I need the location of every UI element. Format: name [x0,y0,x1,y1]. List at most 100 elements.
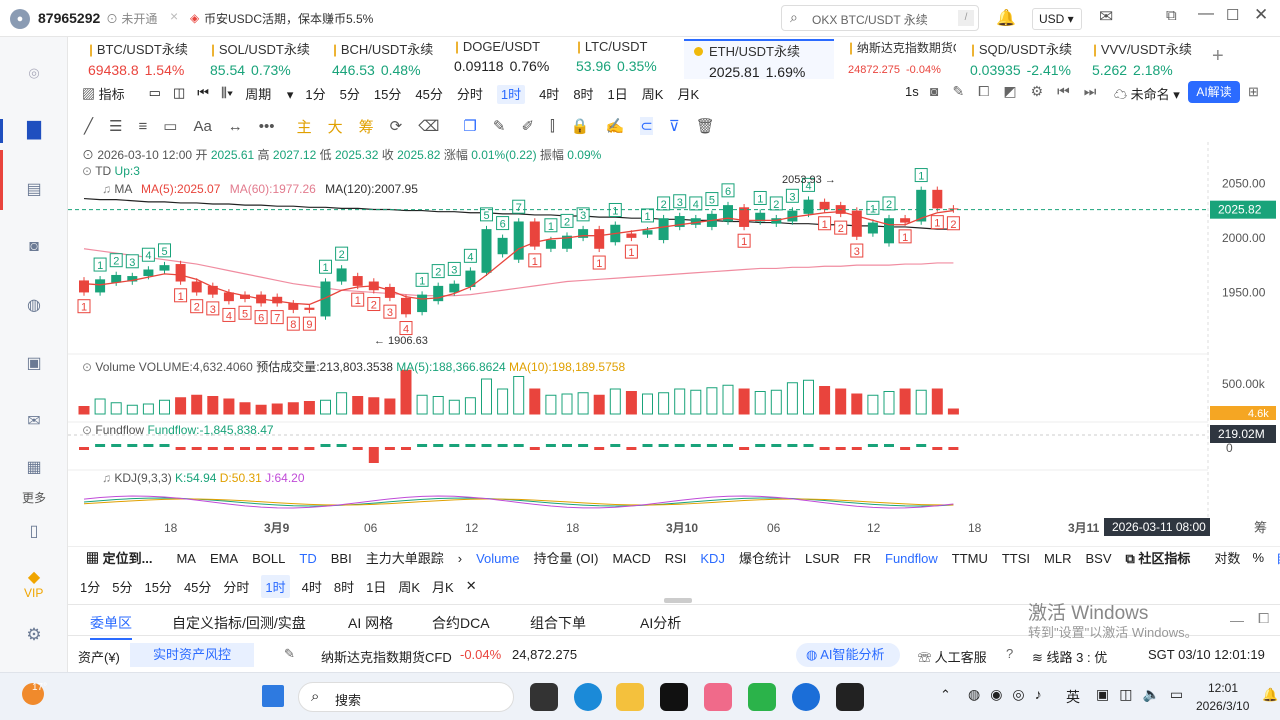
indicator-item[interactable]: 爆仓统计 [739,551,791,566]
ticker-3[interactable]: ┃ DOGE/USDT 0.09118 0.76% [444,39,562,79]
bottom-tab[interactable]: 组合下单 [530,613,586,633]
add-ticker-button[interactable]: + [1212,45,1224,68]
ticker-8[interactable]: ┃ VVV/USDT永续 5.262 2.18% [1082,39,1200,79]
more-tools-icon[interactable]: ••• [259,118,275,135]
period-quick-tab[interactable]: 45分 [184,577,211,596]
period-tab[interactable]: 15分 [374,87,401,102]
period-tab[interactable]: 月K [677,87,699,102]
text-icon[interactable]: Aa [193,118,211,135]
chou-button[interactable]: 筹 [359,116,374,137]
market-icon[interactable]: ◎ [20,59,48,87]
template-dropdown[interactable]: ☁ 未命名 ▾ [1114,84,1180,103]
bottom-tab[interactable]: AI 网格 [348,613,393,633]
network-status[interactable]: ≋ 线路 3 : 优 [1032,647,1107,666]
input-lang[interactable]: 英 [1066,687,1080,707]
indicator-item[interactable]: KDJ [700,551,725,566]
period-quick-tab[interactable]: 1日 [366,577,386,596]
copy-icon[interactable]: ❐ [463,117,476,135]
help-icon[interactable]: ? [1006,646,1013,661]
brush-icon[interactable]: ✐ [521,117,534,135]
rect-icon[interactable]: ▭ [163,117,177,135]
start-button[interactable] [262,685,284,707]
period-tab[interactable]: 45分 [415,87,442,102]
period-tab[interactable]: 1日 [608,87,628,102]
lock-icon[interactable]: 🔒 [571,117,590,135]
phone-icon[interactable]: ▯ [20,517,48,545]
vip-label[interactable]: VIP [24,586,43,600]
community-indicators[interactable]: ⧉ 社区指标 [1126,548,1203,567]
collapse-icon[interactable]: ⊙ [82,423,92,437]
indicator-item[interactable]: Volume [476,551,519,566]
recorder-icon[interactable] [836,683,864,711]
calendar-icon[interactable]: ▭ [149,85,161,101]
system-tray-icons[interactable]: ▣◫🔈▭ [1096,686,1193,703]
measure-icon[interactable]: ↔ [228,118,243,135]
search-input[interactable]: ⌕ OKX BTC/USDT 永续 / [781,5,979,31]
indicator-item[interactable]: LSUR [805,551,840,566]
auto-toggle[interactable]: 自动 [1276,548,1280,567]
layout-icon[interactable]: ◫ [173,85,185,101]
bottom-tab[interactable]: 合约DCA [432,613,490,633]
minimize-button[interactable]: — [1198,5,1214,23]
indicator-item[interactable]: BSV [1085,551,1111,566]
period-quick-tab[interactable]: 4时 [302,577,322,596]
period-quick-tab[interactable]: 1分 [80,577,100,596]
ticker-2[interactable]: ┃ BCH/USDT永续 446.53 0.48% [322,39,440,79]
bilibili-icon[interactable] [704,683,732,711]
window-layout-icon[interactable]: ⧉ [1166,7,1177,24]
period-tab[interactable]: 4时 [539,87,559,102]
chevron-right-icon[interactable]: › [458,551,462,566]
indicator-item[interactable]: FR [854,551,871,566]
toolbar-right-icons[interactable]: ◙✎⧠◩⚙⏮⏭ [930,83,1110,100]
cfd-name[interactable]: 纳斯达克指数期货CFD [321,647,452,666]
period-tab[interactable]: 5分 [340,87,360,102]
ticker-4[interactable]: ┃ LTC/USDT 53.96 0.35% [566,39,684,79]
indicator-item[interactable]: EMA [210,551,238,566]
period-tab[interactable]: 1分 [305,87,325,102]
ticker-0[interactable]: ┃ BTC/USDT永续 69438.8 1.54% [78,39,196,79]
indicator-item[interactable]: TD [299,551,316,566]
taskview-icon[interactable] [530,683,558,711]
folder-icon[interactable] [616,683,644,711]
filter-icon[interactable]: ⊽ [669,117,680,135]
close-icon[interactable]: × [170,8,178,24]
chip-label[interactable]: 筹 [1254,520,1267,535]
collapse-icon[interactable]: ⊙ [82,148,94,162]
locate-button[interactable]: ▦ 定位到... [86,548,164,567]
log-toggle[interactable]: 对数 [1214,548,1240,567]
notification-icon[interactable]: 🔔 [996,8,1016,28]
period-quick-tab[interactable]: 周K [398,577,420,596]
period-quick-tab[interactable]: 8时 [334,577,354,596]
indicator-item[interactable]: TTSI [1002,551,1030,566]
tray-icons[interactable]: ◍◉◎♪ [968,686,1052,703]
minimize-panel-icon[interactable]: — [1230,612,1244,628]
wallet-icon[interactable]: ▣ [20,349,48,377]
apps-icon[interactable]: ▦ [20,453,48,481]
ticker-6[interactable]: ┃ 纳斯达克指数期货C 24872.275 -0.04% [838,39,956,79]
mail-icon[interactable]: ✉ [1099,7,1113,27]
currency-select[interactable]: USD ▾ [1032,8,1082,30]
period-tab[interactable]: 分时 [457,87,483,102]
maximize-button[interactable]: ☐ [1226,6,1239,24]
candle-tool-icon[interactable]: ⫿ [550,118,555,135]
ticker-5[interactable]: ETH/USDT永续 2025.81 1.69% [684,39,834,80]
edit-icon[interactable]: ✎ [284,646,295,662]
message-icon[interactable]: ✉ [20,407,48,435]
trendline-icon[interactable]: ╱ [84,117,93,135]
indicator-item[interactable]: BBI [331,551,352,566]
notifications-icon[interactable]: 🔔 [1262,687,1278,703]
hline-icon[interactable]: ☰ [109,117,122,135]
ai-analysis-button[interactable]: ◍ AI智能分析 [796,643,900,667]
trash-icon[interactable]: 🗑 [696,117,715,135]
bottom-tab[interactable]: AI分析 [640,613,681,633]
taskbar-search[interactable]: ⌕ 搜索 [298,682,514,712]
indicator-item[interactable]: 主力大单跟踪 [366,551,444,566]
tray-chevron-icon[interactable]: ⌃ [940,687,951,703]
period-quick-tab[interactable]: 5分 [112,577,132,596]
indicator-item[interactable]: MLR [1044,551,1071,566]
indicator-item[interactable]: TTMU [952,551,988,566]
ticker-1[interactable]: ┃ SOL/USDT永续 85.54 0.73% [200,39,318,79]
okx-icon[interactable] [660,683,688,711]
news-icon[interactable]: ▤ [20,175,48,203]
sync-icon[interactable]: ⟳ [390,117,403,135]
